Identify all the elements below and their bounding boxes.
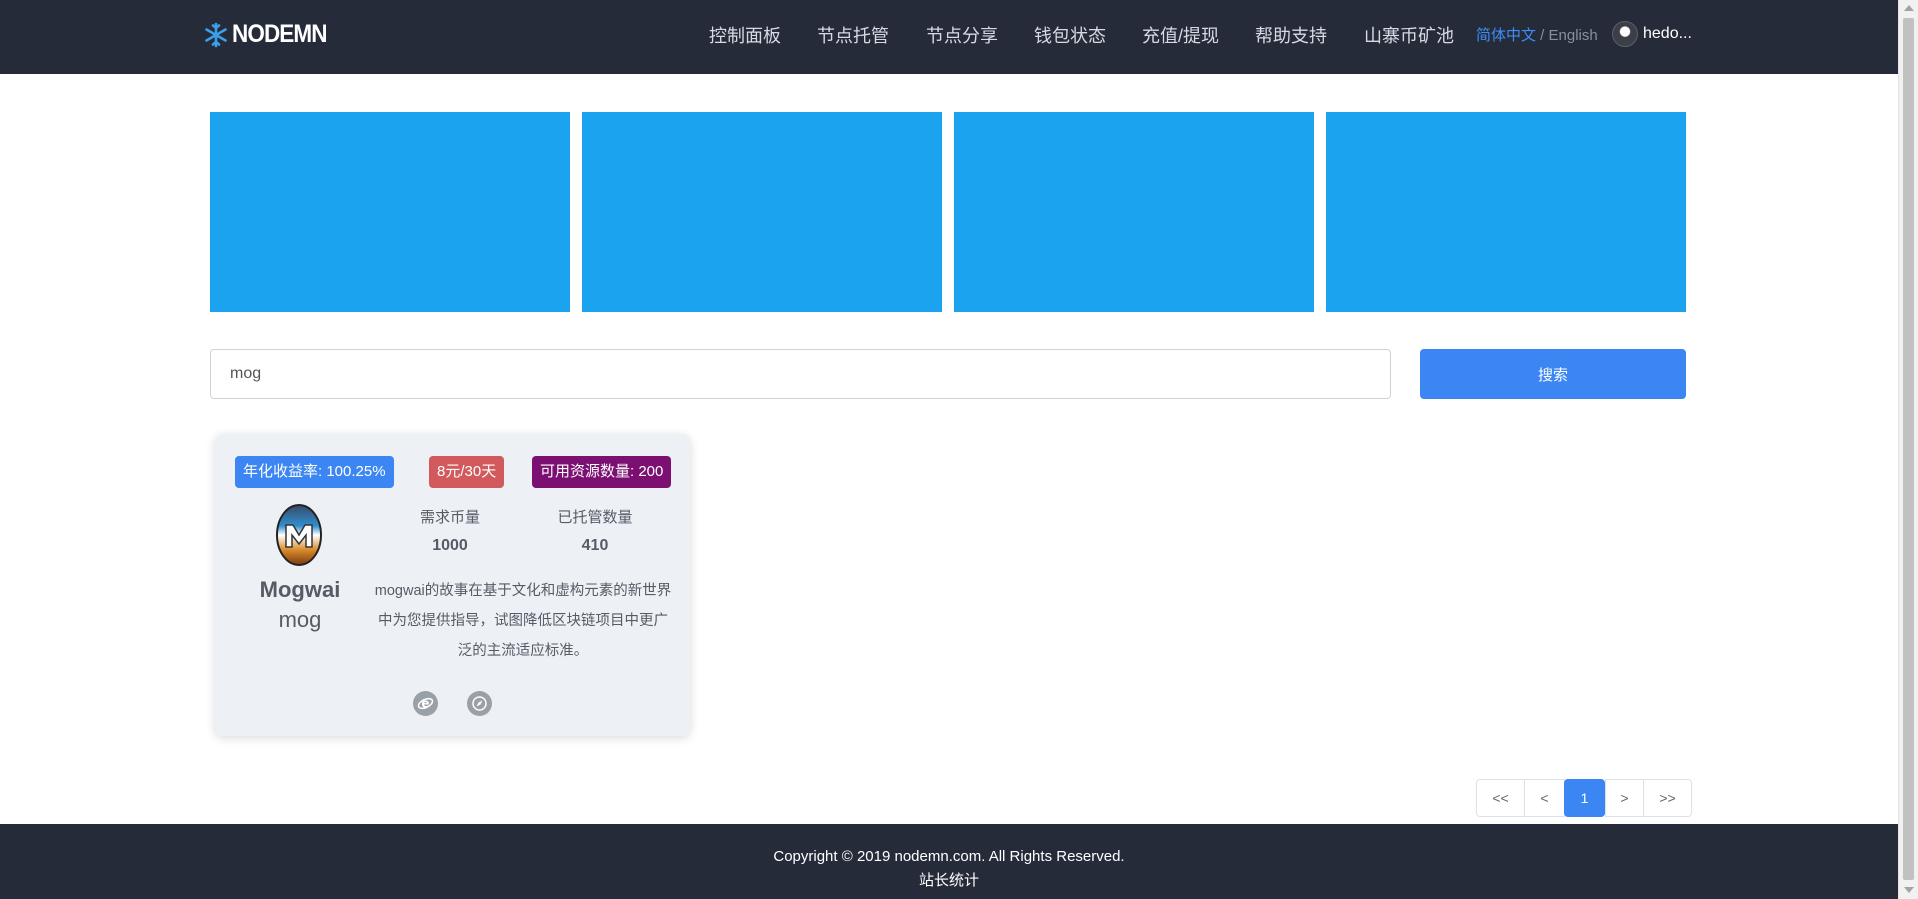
nav-node-sharing[interactable]: 节点分享 xyxy=(926,22,998,48)
vertical-scrollbar[interactable] xyxy=(1898,0,1918,899)
explorer-compass-icon[interactable] xyxy=(467,691,492,716)
mogwai-logo-icon xyxy=(276,504,322,566)
required-amount-label: 需求币量 xyxy=(419,509,480,526)
pagination-page-1[interactable]: 1 xyxy=(1564,779,1605,817)
pagination-next[interactable]: > xyxy=(1605,779,1644,817)
nav-node-hosting[interactable]: 节点托管 xyxy=(817,22,889,48)
nav-altcoin-pool[interactable]: 山寨币矿池 xyxy=(1364,22,1454,48)
coin-card[interactable]: 年化收益率: 100.25% 8元/30天 可用资源数量: 200 Mogwai… xyxy=(215,434,690,736)
coin-name: Mogwai xyxy=(259,577,341,602)
banner-1[interactable] xyxy=(210,112,570,312)
banner-2[interactable] xyxy=(582,112,942,312)
scroll-up-arrow-icon[interactable] xyxy=(1904,5,1914,11)
banner-4[interactable] xyxy=(1326,112,1686,312)
nav-dashboard[interactable]: 控制面板 xyxy=(709,22,781,48)
lang-chinese[interactable]: 简体中文 xyxy=(1476,27,1536,44)
banner-3[interactable] xyxy=(954,112,1314,312)
site-stats-link[interactable]: 站长统计 xyxy=(0,869,1898,890)
lang-separator: / xyxy=(1536,27,1549,44)
pagination-prev[interactable]: < xyxy=(1524,779,1565,817)
website-icon[interactable]: e xyxy=(413,691,438,716)
hosted-count-label: 已托管数量 xyxy=(557,509,633,526)
required-amount-value: 1000 xyxy=(432,537,468,554)
lang-english[interactable]: English xyxy=(1549,27,1598,44)
coin-description: mogwai的故事在基于文化和虚构元素的新世界中为您提供指导，试图降低区块链项目… xyxy=(374,583,672,659)
scroll-down-arrow-icon[interactable] xyxy=(1904,887,1914,893)
coin-symbol: mog xyxy=(278,607,322,632)
copyright-text: Copyright © 2019 nodemn.com. All Rights … xyxy=(773,848,1125,865)
user-name: hedo... xyxy=(1643,25,1692,42)
avatar xyxy=(1612,21,1638,47)
pagination-last[interactable]: >> xyxy=(1643,779,1692,817)
page: NODEMN 控制面板 节点托管 节点分享 钱包状态 充值/提现 帮助支持 山寨… xyxy=(0,0,1918,899)
nav-help-support[interactable]: 帮助支持 xyxy=(1255,22,1327,48)
svg-text:e: e xyxy=(421,697,429,711)
hosted-count-value: 410 xyxy=(581,537,609,554)
resource-badge: 可用资源数量: 200 xyxy=(532,456,672,488)
user-menu[interactable]: hedo... xyxy=(1612,21,1692,47)
price-badge: 8元/30天 xyxy=(429,456,505,488)
search-input[interactable] xyxy=(210,349,1391,399)
footer: Copyright © 2019 nodemn.com. All Rights … xyxy=(0,824,1898,899)
pagination-first[interactable]: << xyxy=(1476,779,1525,817)
top-navbar: NODEMN 控制面板 节点托管 节点分享 钱包状态 充值/提现 帮助支持 山寨… xyxy=(0,0,1898,74)
search-button[interactable]: 搜索 xyxy=(1420,349,1686,399)
apy-badge: 年化收益率: 100.25% xyxy=(235,456,394,488)
language-switcher: 简体中文 / English xyxy=(1476,24,1598,45)
nav-wallet-status[interactable]: 钱包状态 xyxy=(1034,22,1106,48)
scroll-thumb[interactable] xyxy=(1903,18,1914,880)
nav-deposit-withdraw[interactable]: 充值/提现 xyxy=(1142,22,1219,48)
